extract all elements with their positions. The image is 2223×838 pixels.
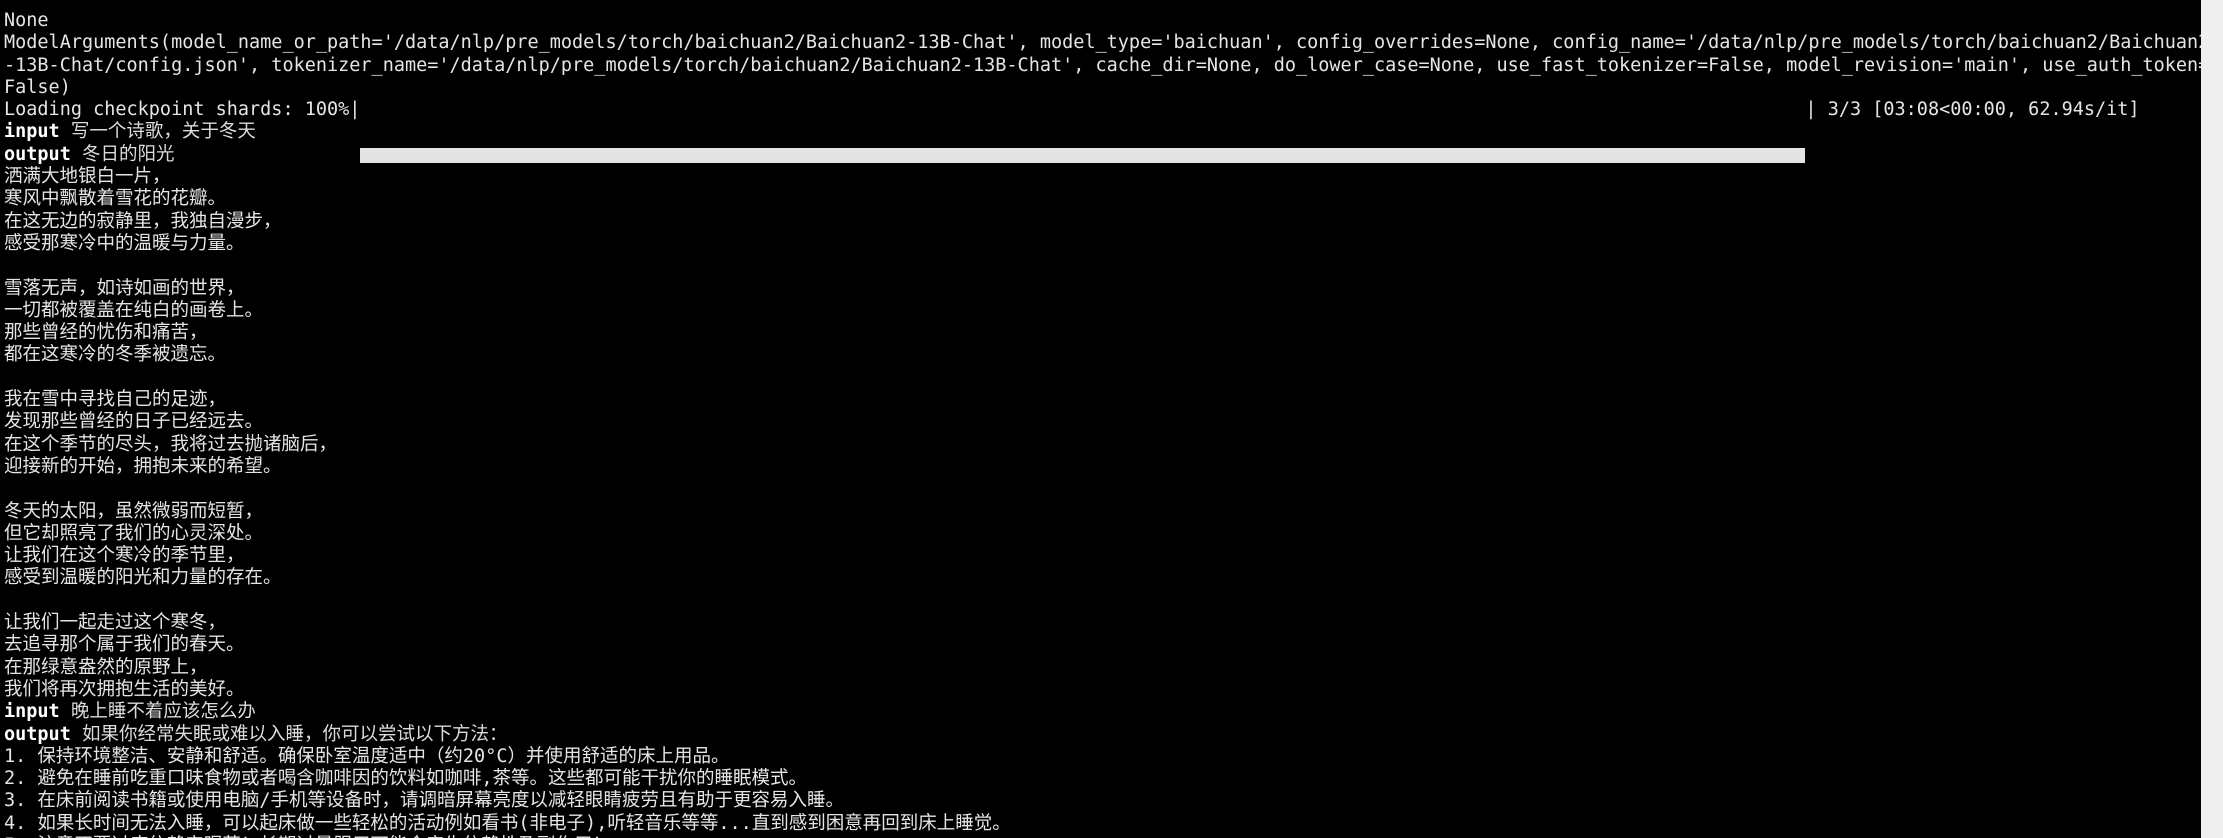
progress-bar-stats: 3/3 [03:08<00:00, 62.94s/it] <box>1816 99 2140 121</box>
conversation-0-output-line-23: 我们将再次拥抱生活的美好。 <box>4 678 245 700</box>
conversation-0-output-line-21: 去追寻那个属于我们的春天。 <box>4 634 245 656</box>
conversation-0-input-text: 写一个诗歌，关于冬天 <box>59 121 256 143</box>
conversation-0-output-line-22: 在那绿意盎然的原野上， <box>4 656 208 678</box>
conversation-0-output-label: output <box>4 143 71 165</box>
terminal-window: None ModelArguments(model_name_or_path='… <box>0 0 2223 838</box>
conversation-1-input-label: input <box>4 701 60 723</box>
conversation-1-output-line-1: 2. 避免在睡前吃重口味食物或者喝含咖啡因的饮料如咖啡,茶等。这些都可能干扰你的… <box>4 768 808 790</box>
conversation-0-output-line-19 <box>4 590 2201 612</box>
conversation-1-output-line-2: 3. 在床前阅读书籍或使用电脑/手机等设备时，请调暗屏幕亮度以减轻眼睛疲劳且有助… <box>4 790 845 812</box>
conversation-transcript: input 写一个诗歌，关于冬天 output 冬日的阳光 洒满大地银白一片， 寒风中… <box>4 121 2201 838</box>
conversation-0-output-line-18: 感受到温暖的阳光和力量的存在。 <box>4 567 282 589</box>
conversation-0-output-line-6: 一切都被覆盖在纯白的画卷上。 <box>4 299 264 321</box>
conversation-0-output-line-4 <box>4 255 2201 277</box>
conversation-0-output-line-9 <box>4 367 2201 389</box>
conversation-1-output-label: output <box>4 723 71 745</box>
progress-bar-fill <box>360 148 1806 164</box>
conversation-0-output-line-16: 但它却照亮了我们的心灵深处。 <box>4 522 264 544</box>
conversation-1-input-line: input 晚上睡不着应该怎么办 <box>4 701 2201 723</box>
log-line-model-args-3: False) <box>4 76 71 98</box>
scrollbar-gutter[interactable] <box>2201 0 2223 838</box>
progress-bar-track <box>360 103 1806 164</box>
conversation-0-output-line-20: 让我们一起走过这个寒冬， <box>4 612 227 634</box>
conversation-0-output-line-13: 迎接新的开始，拥抱未来的希望。 <box>4 455 282 477</box>
conversation-1-output-line-3: 4. 如果长时间无法入睡，可以起床做一些轻松的活动例如看书(非电子),听轻音乐等… <box>4 812 1011 834</box>
progress-bar-row: Loading checkpoint shards: 100% | | 3/3 … <box>4 99 2201 164</box>
log-line-model-args-1: ModelArguments(model_name_or_path='/data… <box>4 32 2201 54</box>
conversation-0-output-line-11: 发现那些曾经的日子已经远去。 <box>4 411 264 433</box>
conversation-0-output-line-15: 冬天的太阳，虽然微弱而短暂， <box>4 500 264 522</box>
log-line-none: None <box>4 10 49 31</box>
conversation-0-input-label: input <box>4 121 60 143</box>
conversation-0-output-line-3: 感受那寒冷中的温暖与力量。 <box>4 232 245 254</box>
conversation-0-output-line-8: 都在这寒冷的冬季被遗忘。 <box>4 344 227 366</box>
conversation-0-output-line-2: 在这无边的寂静里，我独自漫步， <box>4 210 282 232</box>
conversation-1-output-line-0: 1. 保持环境整洁、安静和舒适。确保卧室温度适中（约20°C）并使用舒适的床上用… <box>4 745 730 767</box>
conversation-1-output-line: output 如果你经常失眠或难以入睡，你可以尝试以下方法： <box>4 724 2201 746</box>
progress-bar-close-pipe: | <box>1805 99 1817 121</box>
conversation-1-input-text: 晚上睡不着应该怎么办 <box>59 701 256 723</box>
terminal-screen[interactable]: None ModelArguments(model_name_or_path='… <box>0 0 2201 838</box>
conversation-0-output-line-10: 我在雪中寻找自己的足迹， <box>4 389 227 411</box>
conversation-0-output-line-14 <box>4 478 2201 500</box>
conversation-0-output-line-12: 在这个季节的尽头，我将过去抛诸脑后， <box>4 433 338 455</box>
progress-bar-label: Loading checkpoint shards: 100% <box>4 99 350 121</box>
conversation-0-output-line-7: 那些曾经的忧伤和痛苦， <box>4 322 208 344</box>
conversation-1-output-text: 如果你经常失眠或难以入睡，你可以尝试以下方法： <box>70 723 508 745</box>
log-line-model-args-2: -13B-Chat/config.json', tokenizer_name='… <box>4 54 2201 76</box>
conversation-0-output-line-17: 让我们在这个寒冷的季节里， <box>4 545 245 567</box>
conversation-0-output-line-5: 雪落无声，如诗如画的世界， <box>4 277 245 299</box>
conversation-0-output-text: 冬日的阳光 <box>70 143 175 165</box>
progress-bar-open-pipe: | <box>349 99 361 121</box>
